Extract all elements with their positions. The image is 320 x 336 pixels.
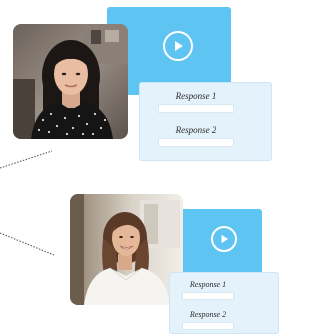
candidate-photo-1: [13, 24, 128, 139]
response-label-1: Response 1: [189, 280, 227, 289]
response-field-2[interactable]: [182, 322, 234, 330]
response-field-1[interactable]: [182, 292, 234, 300]
response-card-1: Response 1 Response 2: [139, 82, 272, 161]
play-button[interactable]: [163, 31, 193, 61]
response-label-1: Response 1: [175, 91, 217, 101]
play-button[interactable]: [211, 226, 237, 252]
response-label-2: Response 2: [175, 125, 217, 135]
response-card-2: Response 1 Response 2: [169, 272, 279, 334]
response-field-2[interactable]: [158, 138, 234, 147]
play-icon: [175, 41, 183, 51]
video-card-2[interactable]: [174, 209, 262, 277]
response-field-1[interactable]: [158, 104, 234, 113]
candidate-photo-2: [70, 194, 183, 305]
response-label-2: Response 2: [189, 310, 227, 319]
play-icon: [221, 234, 229, 244]
